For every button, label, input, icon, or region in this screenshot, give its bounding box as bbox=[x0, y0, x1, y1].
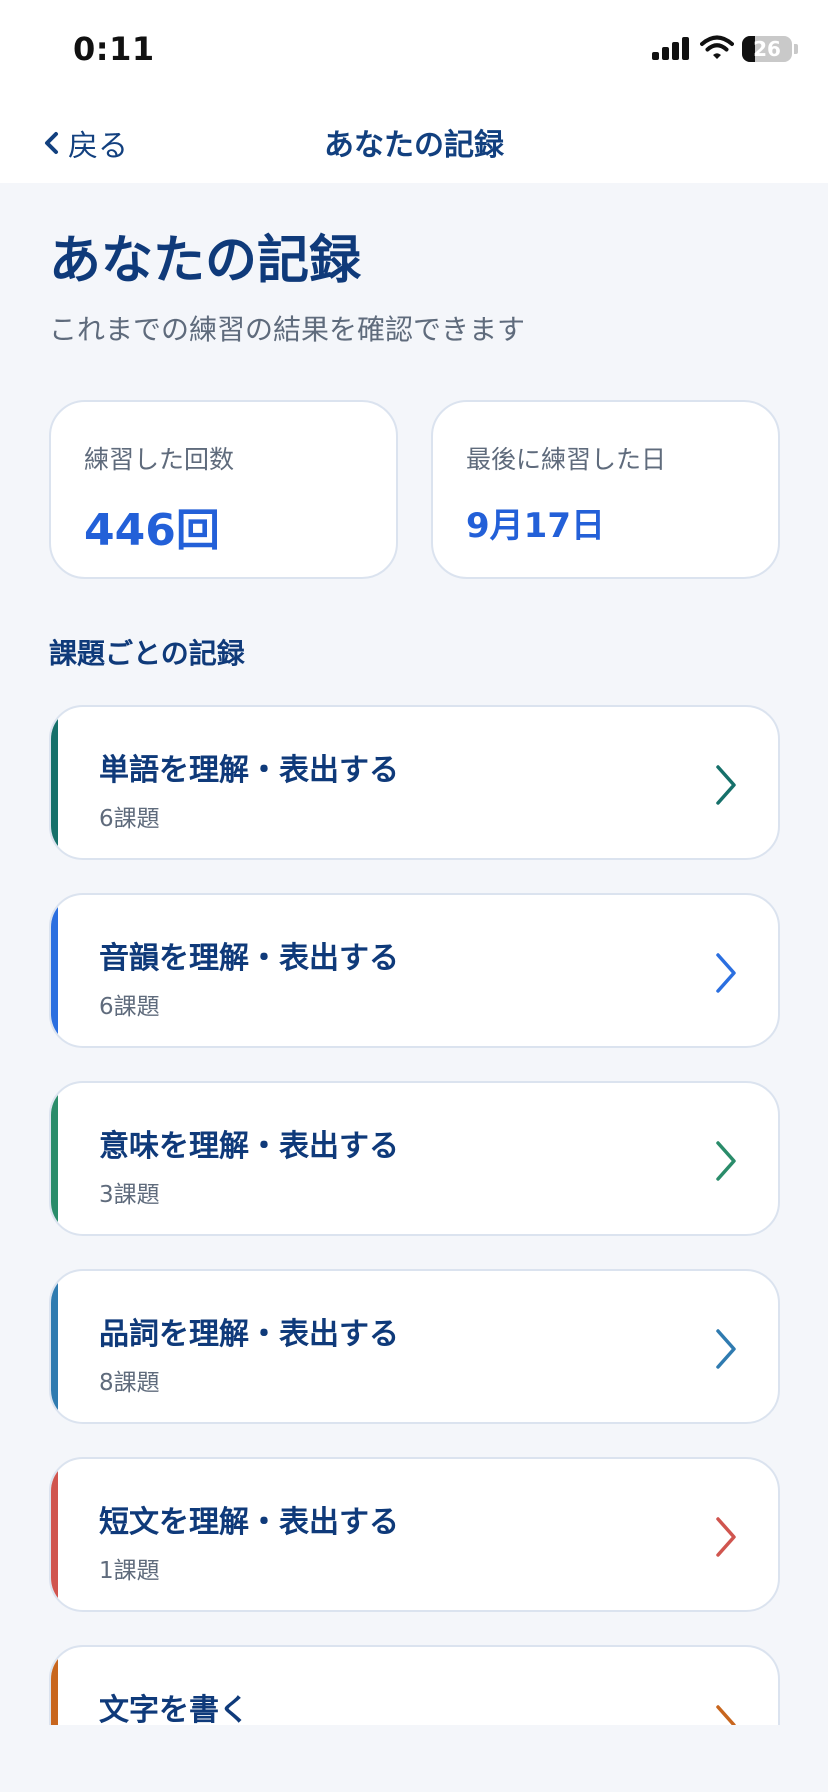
category-title: 音韻を理解・表出する bbox=[99, 941, 399, 976]
category-count: 6課題 bbox=[99, 994, 160, 1020]
stat-value: 446回 bbox=[84, 505, 220, 556]
category-list: 単語を理解・表出する 6課題 音韻を理解・表出する 6課題 意味を理解・表出する… bbox=[0, 700, 828, 1725]
chevron-right-icon bbox=[716, 765, 736, 805]
category-count: 1課題 bbox=[99, 1558, 160, 1584]
chevron-right-icon bbox=[716, 1329, 736, 1369]
wifi-icon bbox=[700, 35, 734, 59]
category-card-meaning[interactable]: 意味を理解・表出する 3課題 bbox=[49, 1081, 780, 1236]
stat-card-practice-count: 練習した回数 446回 bbox=[49, 400, 398, 579]
chevron-right-icon bbox=[716, 1141, 736, 1181]
stat-card-last-practice: 最後に練習した日 9月17日 bbox=[431, 400, 780, 579]
category-title: 短文を理解・表出する bbox=[99, 1505, 399, 1540]
category-card-short-sentences[interactable]: 短文を理解・表出する 1課題 bbox=[49, 1457, 780, 1612]
stat-label: 練習した回数 bbox=[84, 445, 235, 474]
accent-bar bbox=[51, 1459, 58, 1610]
accent-bar bbox=[51, 1083, 58, 1234]
nav-title: あなたの記録 bbox=[324, 128, 504, 163]
category-card-parts-of-speech[interactable]: 品詞を理解・表出する 8課題 bbox=[49, 1269, 780, 1424]
category-title: 単語を理解・表出する bbox=[99, 753, 399, 788]
battery-icon: 26 bbox=[742, 36, 792, 62]
chevron-right-icon bbox=[716, 953, 736, 993]
stat-label: 最後に練習した日 bbox=[466, 445, 667, 474]
accent-bar bbox=[51, 1647, 58, 1725]
category-card-words[interactable]: 単語を理解・表出する 6課題 bbox=[49, 705, 780, 860]
battery-level: 26 bbox=[753, 37, 781, 61]
category-title: 意味を理解・表出する bbox=[99, 1129, 399, 1164]
top-bar: 0:11 26 戻る あなたの記録 bbox=[0, 0, 828, 183]
category-count: 3課題 bbox=[99, 1182, 160, 1208]
page-title: あなたの記録 bbox=[49, 231, 362, 291]
category-card-phonology[interactable]: 音韻を理解・表出する 6課題 bbox=[49, 893, 780, 1048]
chevron-right-icon bbox=[716, 1517, 736, 1557]
chevron-right-icon bbox=[716, 1705, 736, 1725]
accent-bar bbox=[51, 895, 58, 1046]
stat-value: 9月17日 bbox=[466, 506, 605, 546]
page-subtitle: これまでの練習の結果を確認できます bbox=[49, 313, 526, 346]
accent-bar bbox=[51, 1271, 58, 1422]
category-title: 品詞を理解・表出する bbox=[99, 1317, 399, 1352]
signal-icon bbox=[652, 34, 690, 64]
category-card-writing[interactable]: 文字を書く bbox=[49, 1645, 780, 1725]
category-title: 文字を書く bbox=[99, 1693, 249, 1725]
section-heading: 課題ごとの記録 bbox=[49, 637, 245, 670]
status-time: 0:11 bbox=[73, 30, 155, 68]
category-count: 8課題 bbox=[99, 1370, 160, 1396]
accent-bar bbox=[51, 707, 58, 858]
category-count: 6課題 bbox=[99, 806, 160, 832]
